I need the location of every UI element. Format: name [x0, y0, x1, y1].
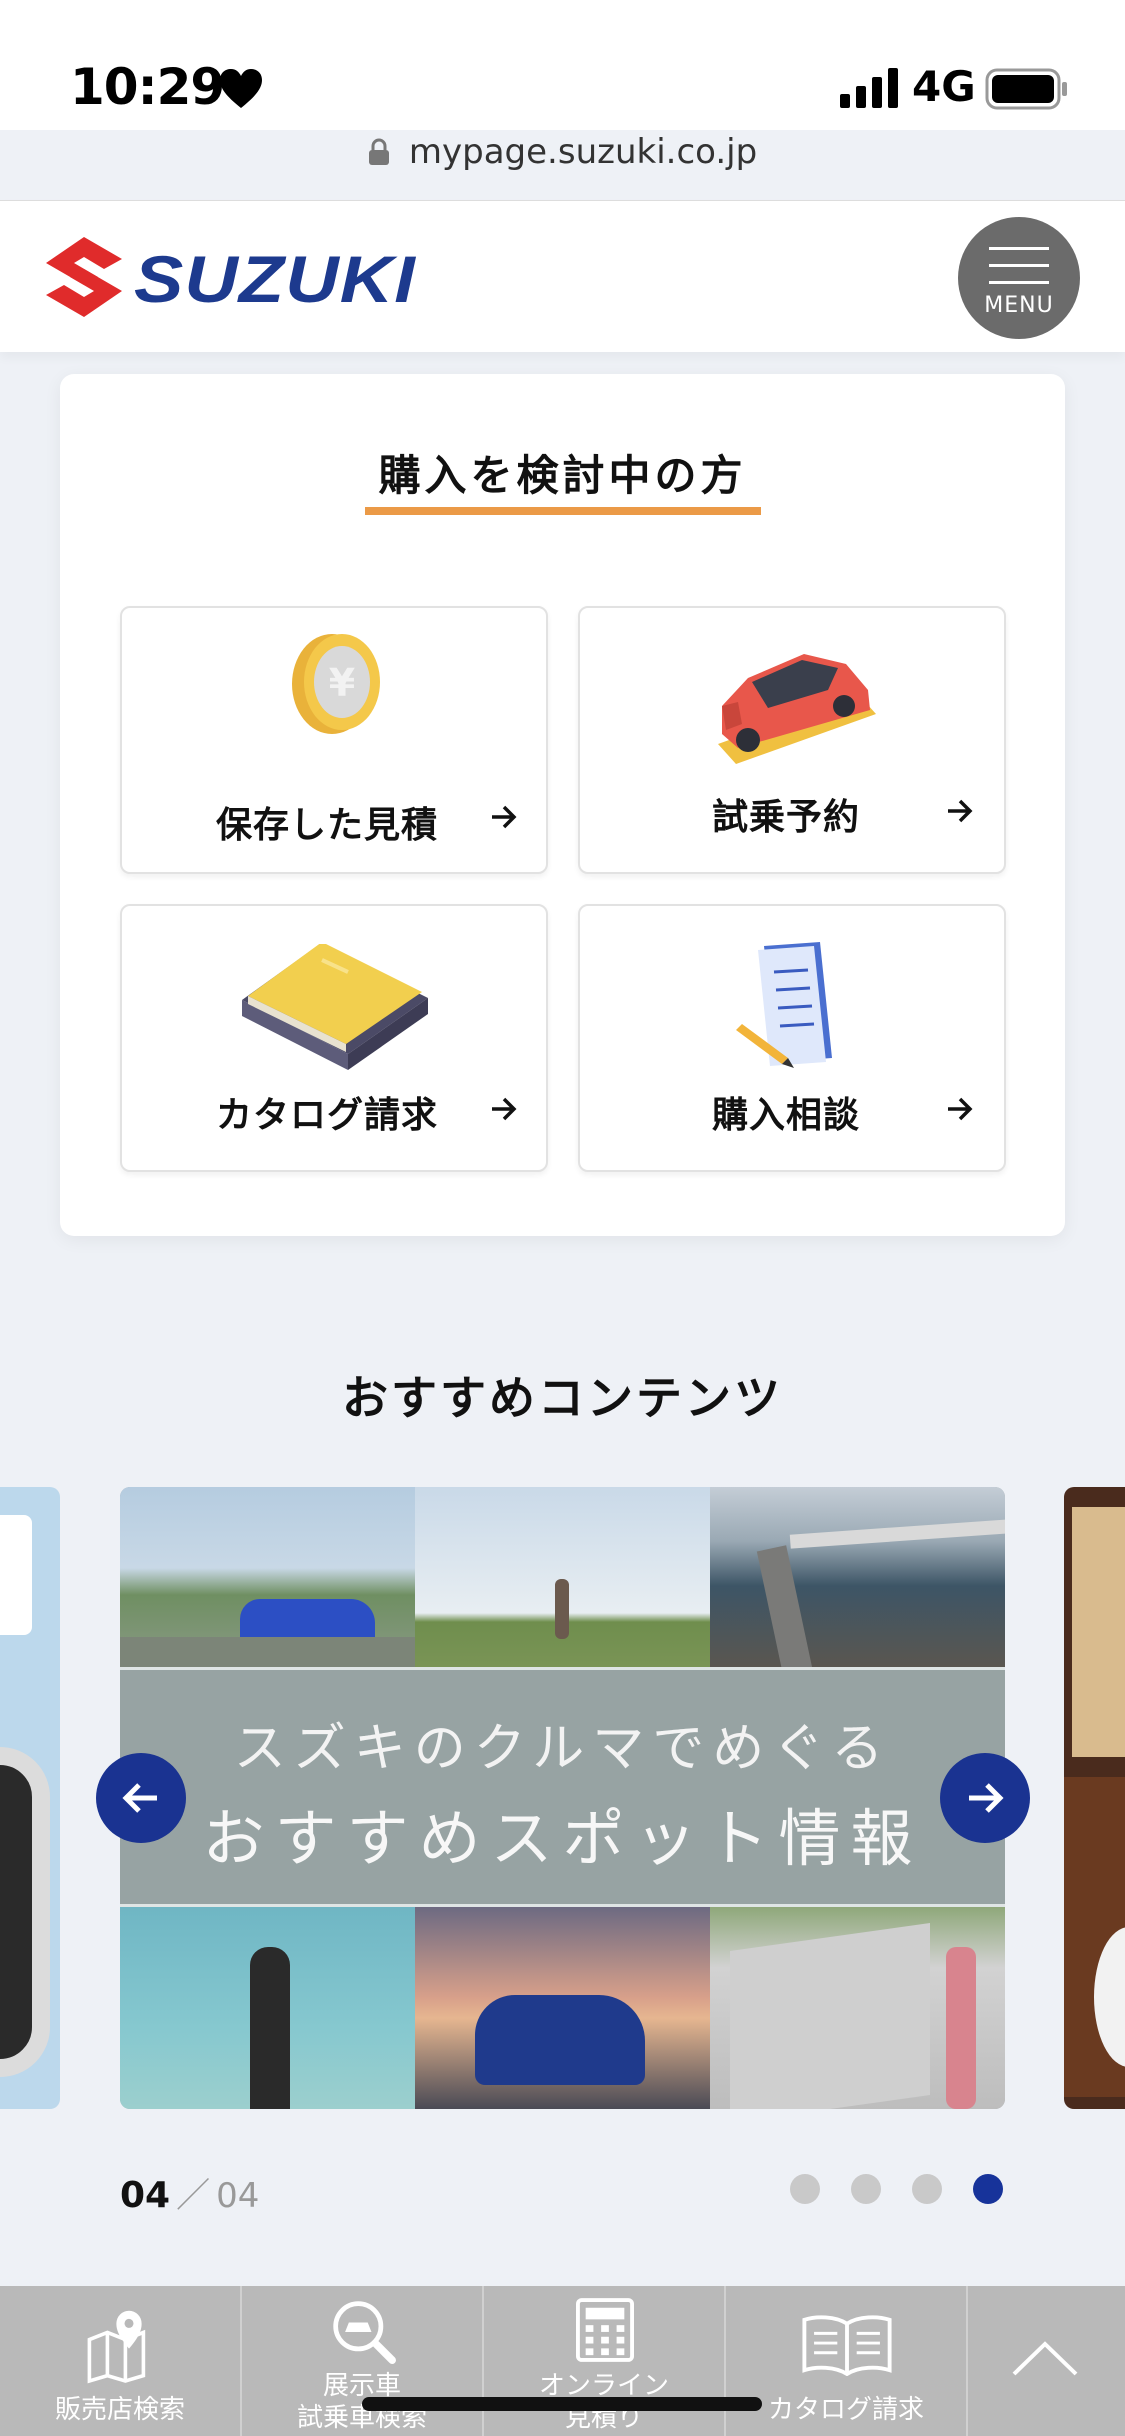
network-label: 4G	[912, 62, 976, 111]
battery-icon	[985, 68, 1067, 110]
url-bar[interactable]: mypage.suzuki.co.jp	[0, 132, 1125, 182]
clipboard-pencil-icon	[736, 942, 832, 1068]
sunset-car-photo	[415, 1907, 710, 2109]
car-search-icon	[333, 2301, 396, 2364]
total-pages: 04	[216, 2176, 260, 2216]
scroll-to-top-button[interactable]	[968, 2286, 1125, 2436]
suzuki-logo-text[interactable]: SUZUKI	[134, 241, 416, 317]
chevron-up-icon	[1012, 2341, 1078, 2376]
catalog-request-tile[interactable]: カタログ請求	[120, 904, 548, 1172]
sea-person-photo	[120, 1907, 415, 2109]
menu-label: MENU	[984, 293, 1054, 318]
pagination-dots	[790, 2174, 1005, 2206]
bottom-nav: 販売店検索 展示車 試乗車検索 オンライン 見積り カタログ請求	[0, 2286, 1125, 2436]
monument-person-photo	[710, 1907, 1005, 2109]
arrow-right-icon	[492, 805, 517, 829]
person-field-photo	[415, 1487, 710, 1667]
heart-icon	[220, 69, 262, 108]
nav-dealer-search-label: 販売店検索	[54, 2395, 185, 2425]
pagination-dot-3[interactable]	[912, 2174, 942, 2204]
current-page: 04	[120, 2175, 171, 2216]
book-icon	[242, 944, 428, 1070]
arrow-right-icon	[492, 1097, 517, 1121]
status-bar: 10:29 4G mypage.suzuki.co.jp	[0, 0, 1125, 172]
map-pin-icon	[87, 2310, 146, 2384]
bridge-rocks-photo	[710, 1487, 1005, 1667]
page-separator: ／	[176, 2176, 211, 2216]
banner-text-band: スズキのクルマでめぐる おすすめスポット情報	[120, 1667, 1005, 1907]
url-text: mypage.suzuki.co.jp	[408, 132, 758, 172]
banner-title: おすすめスポット情報	[202, 1802, 923, 1875]
test-drive-label: 試乗予約	[712, 797, 861, 838]
hamburger-icon	[989, 247, 1049, 284]
yen-coin-icon: ¥	[292, 634, 380, 734]
recommended-title: おすすめコンテンツ	[342, 1371, 783, 1425]
pagination-dot-2[interactable]	[851, 2174, 881, 2204]
nav-dealer-search[interactable]: 販売店検索	[0, 2286, 242, 2436]
title-underline	[365, 507, 761, 515]
nav-online-estimate[interactable]: オンライン 見積り	[484, 2286, 726, 2436]
lock-icon	[368, 138, 389, 165]
arrow-left-icon	[122, 1783, 157, 1813]
site-header: SUZUKI MENU	[0, 200, 1125, 352]
signal-icon	[840, 68, 898, 108]
car-icon	[718, 654, 876, 764]
saved-estimate-label: 保存した見積	[216, 805, 439, 846]
coast-car-photo	[120, 1487, 415, 1667]
purchase-consultation-label: 購入相談	[712, 1095, 861, 1136]
pagination-dot-1[interactable]	[790, 2174, 820, 2204]
banner-subtitle: スズキのクルマでめぐる	[233, 1719, 892, 1779]
spot-info-banner-slide[interactable]: スズキのクルマでめぐる おすすめスポット情報	[120, 1487, 1005, 2109]
menu-button[interactable]: MENU	[958, 217, 1080, 339]
svg-text:¥: ¥	[329, 661, 355, 705]
purchase-consideration-card: 購入を検討中の方 ¥ 保存した見積 試乗予約 カタログ請求 購入相談	[60, 374, 1065, 1236]
card-title: 購入を検討中の方	[378, 451, 747, 500]
arrow-right-icon	[948, 799, 973, 823]
catalog-request-label: カタログ請求	[216, 1095, 439, 1136]
status-time: 10:29	[70, 58, 225, 116]
previous-slide-peek[interactable]	[0, 1487, 60, 2109]
pagination-dot-4[interactable]	[973, 2174, 1003, 2204]
calculator-icon	[576, 2298, 634, 2362]
slider-next-button[interactable]	[940, 1753, 1030, 1843]
purchase-consultation-tile[interactable]: 購入相談	[578, 904, 1006, 1172]
page-counter: 04 ／ 04	[120, 2168, 259, 2217]
nav-catalog-request-label: カタログ請求	[767, 2395, 924, 2425]
next-slide-peek[interactable]	[1064, 1487, 1125, 2109]
slider-prev-button[interactable]	[96, 1753, 186, 1843]
open-book-icon	[802, 2315, 892, 2376]
saved-estimate-tile[interactable]: ¥ 保存した見積	[120, 606, 548, 874]
test-drive-tile[interactable]: 試乗予約	[578, 606, 1006, 874]
arrow-right-icon	[969, 1783, 1004, 1813]
home-indicator	[362, 2397, 762, 2411]
suzuki-s-logo-icon[interactable]	[46, 237, 122, 317]
nav-catalog-request[interactable]: カタログ請求	[726, 2286, 968, 2436]
arrow-right-icon	[948, 1097, 973, 1121]
nav-car-search[interactable]: 展示車 試乗車検索	[242, 2286, 484, 2436]
